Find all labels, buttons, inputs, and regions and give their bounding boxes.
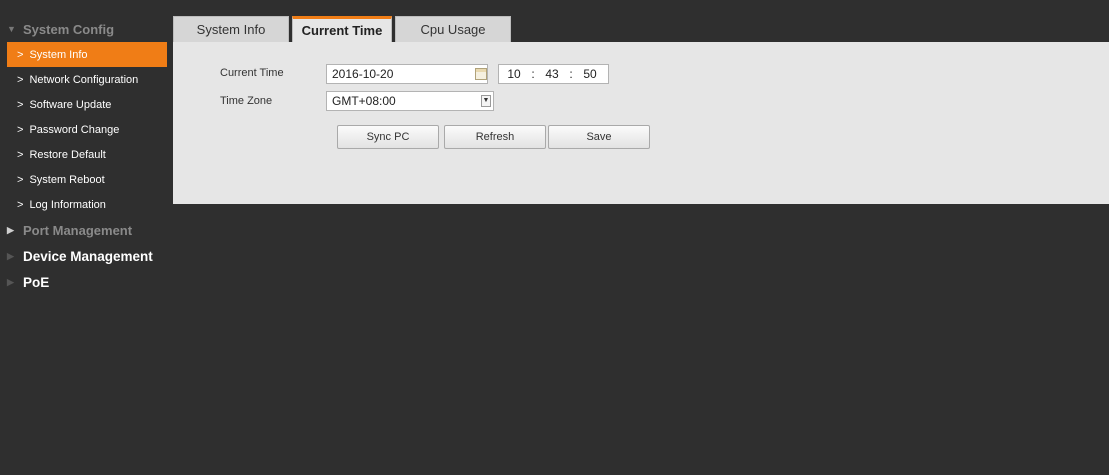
- sidebar-item-label: Log Information: [29, 198, 106, 211]
- sidebar-section-device-management[interactable]: ▶ Device Management: [7, 243, 167, 269]
- tab-current-time[interactable]: Current Time: [292, 16, 392, 42]
- save-button-label: Save: [586, 131, 612, 143]
- triangle-right-icon: ▶: [7, 224, 14, 235]
- app-window: ▼ System Config > System Info > Network …: [0, 0, 1109, 475]
- sidebar-item-label: Software Update: [29, 98, 112, 111]
- tab-system-info[interactable]: System Info: [173, 16, 289, 42]
- second-value[interactable]: 50: [575, 67, 605, 81]
- chevron-right-icon: >: [17, 173, 24, 186]
- tab-label: System Info: [196, 22, 266, 37]
- sidebar: ▼ System Config > System Info > Network …: [7, 16, 167, 295]
- sidebar-item-label: Password Change: [29, 123, 120, 136]
- sidebar-item-system-reboot[interactable]: > System Reboot: [7, 167, 167, 192]
- sidebar-item-system-info[interactable]: > System Info: [7, 42, 167, 67]
- sync-pc-button[interactable]: Sync PC: [337, 125, 439, 149]
- sidebar-section-label: Device Management: [23, 248, 153, 264]
- sidebar-section-system-config[interactable]: ▼ System Config: [7, 16, 167, 42]
- chevron-right-icon: >: [17, 198, 24, 211]
- sidebar-section-label: Port Management: [23, 222, 133, 238]
- sidebar-item-label: Network Configuration: [29, 73, 139, 86]
- minute-value[interactable]: 43: [537, 67, 567, 81]
- chevron-right-icon: >: [17, 98, 24, 111]
- triangle-right-icon: ▶: [7, 276, 14, 287]
- tab-cpu-usage[interactable]: Cpu Usage: [395, 16, 511, 42]
- save-button[interactable]: Save: [548, 125, 650, 149]
- chevron-right-icon: >: [17, 73, 24, 86]
- sidebar-item-network-configuration[interactable]: > Network Configuration: [7, 67, 167, 92]
- time-separator: :: [531, 67, 535, 81]
- tab-label: Cpu Usage: [420, 22, 486, 37]
- sidebar-item-label: System Reboot: [29, 173, 105, 186]
- triangle-down-icon: ▼: [7, 24, 16, 34]
- sidebar-item-password-change[interactable]: > Password Change: [7, 117, 167, 142]
- content-panel: Current Time 2016-10-20 10 : 43 : 50 Tim…: [173, 42, 1109, 204]
- chevron-right-icon: >: [17, 123, 24, 136]
- time-field[interactable]: 10 : 43 : 50: [498, 64, 609, 84]
- sidebar-section-label: PoE: [23, 274, 50, 290]
- date-field[interactable]: 2016-10-20: [326, 64, 488, 84]
- triangle-right-icon: ▶: [7, 250, 14, 261]
- sidebar-item-software-update[interactable]: > Software Update: [7, 92, 167, 117]
- sync-pc-button-label: Sync PC: [366, 131, 410, 143]
- dropdown-arrow-icon[interactable]: ▼: [481, 95, 491, 107]
- sidebar-section-port-management[interactable]: ▶ Port Management: [7, 217, 167, 243]
- current-time-label: Current Time: [220, 67, 284, 79]
- sidebar-item-label: System Info: [29, 48, 88, 61]
- sidebar-item-log-information[interactable]: > Log Information: [7, 192, 167, 217]
- sidebar-section-poe[interactable]: ▶ PoE: [7, 269, 167, 295]
- calendar-icon[interactable]: [475, 68, 487, 80]
- tab-bar: System Info Current Time Cpu Usage: [173, 16, 511, 42]
- tab-label: Current Time: [301, 23, 383, 38]
- chevron-right-icon: >: [17, 48, 24, 61]
- date-value: 2016-10-20: [332, 67, 394, 81]
- sidebar-item-restore-default[interactable]: > Restore Default: [7, 142, 167, 167]
- refresh-button[interactable]: Refresh: [444, 125, 546, 149]
- time-zone-label: Time Zone: [220, 95, 273, 107]
- sidebar-section-label: System Config: [23, 21, 115, 37]
- refresh-button-label: Refresh: [475, 131, 515, 143]
- time-zone-value: GMT+08:00: [332, 94, 396, 108]
- time-separator: :: [569, 67, 573, 81]
- time-zone-select[interactable]: GMT+08:00 ▼: [326, 91, 494, 111]
- hour-value[interactable]: 10: [499, 67, 529, 81]
- sidebar-item-label: Restore Default: [29, 148, 106, 161]
- chevron-right-icon: >: [17, 148, 24, 161]
